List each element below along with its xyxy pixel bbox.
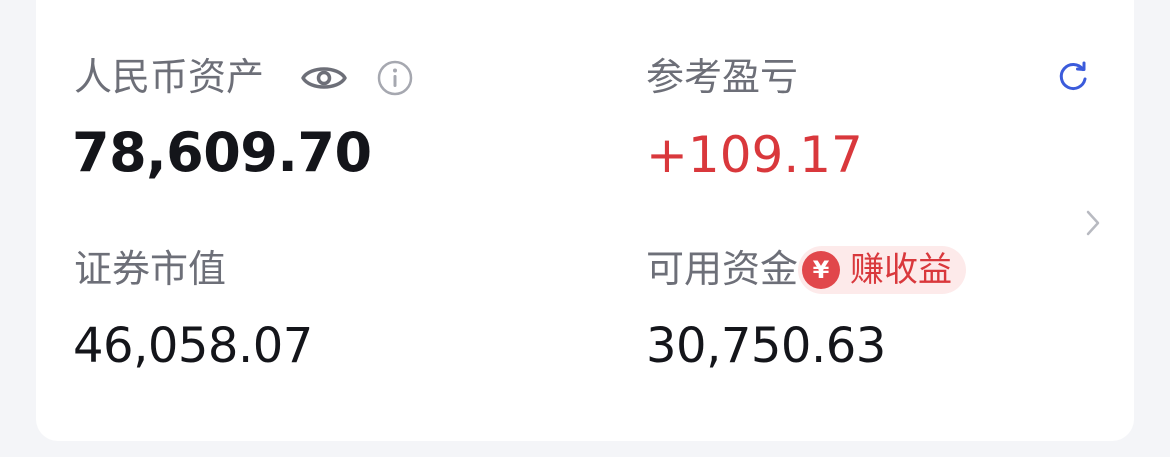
available-funds-label: 可用资金 <box>646 247 799 291</box>
chevron-right-icon[interactable] <box>1084 208 1102 238</box>
info-icon[interactable] <box>376 59 414 97</box>
yuan-coin-icon: ¥ <box>802 251 840 289</box>
available-funds-value: 30,750.63 <box>646 318 886 374</box>
securities-value-value: 46,058.07 <box>73 318 313 374</box>
earn-yield-badge[interactable]: ¥ 赚收益 <box>798 246 966 294</box>
reference-pl-label: 参考盈亏 <box>646 55 799 99</box>
refresh-icon[interactable] <box>1056 60 1090 94</box>
earn-yield-label: 赚收益 <box>850 250 952 290</box>
rmb-assets-label: 人民币资产 <box>74 55 265 99</box>
eye-icon[interactable] <box>300 60 348 96</box>
securities-value-label: 证券市值 <box>74 247 227 291</box>
reference-pl-value: +109.17 <box>646 126 863 184</box>
rmb-assets-value: 78,609.70 <box>72 121 372 184</box>
